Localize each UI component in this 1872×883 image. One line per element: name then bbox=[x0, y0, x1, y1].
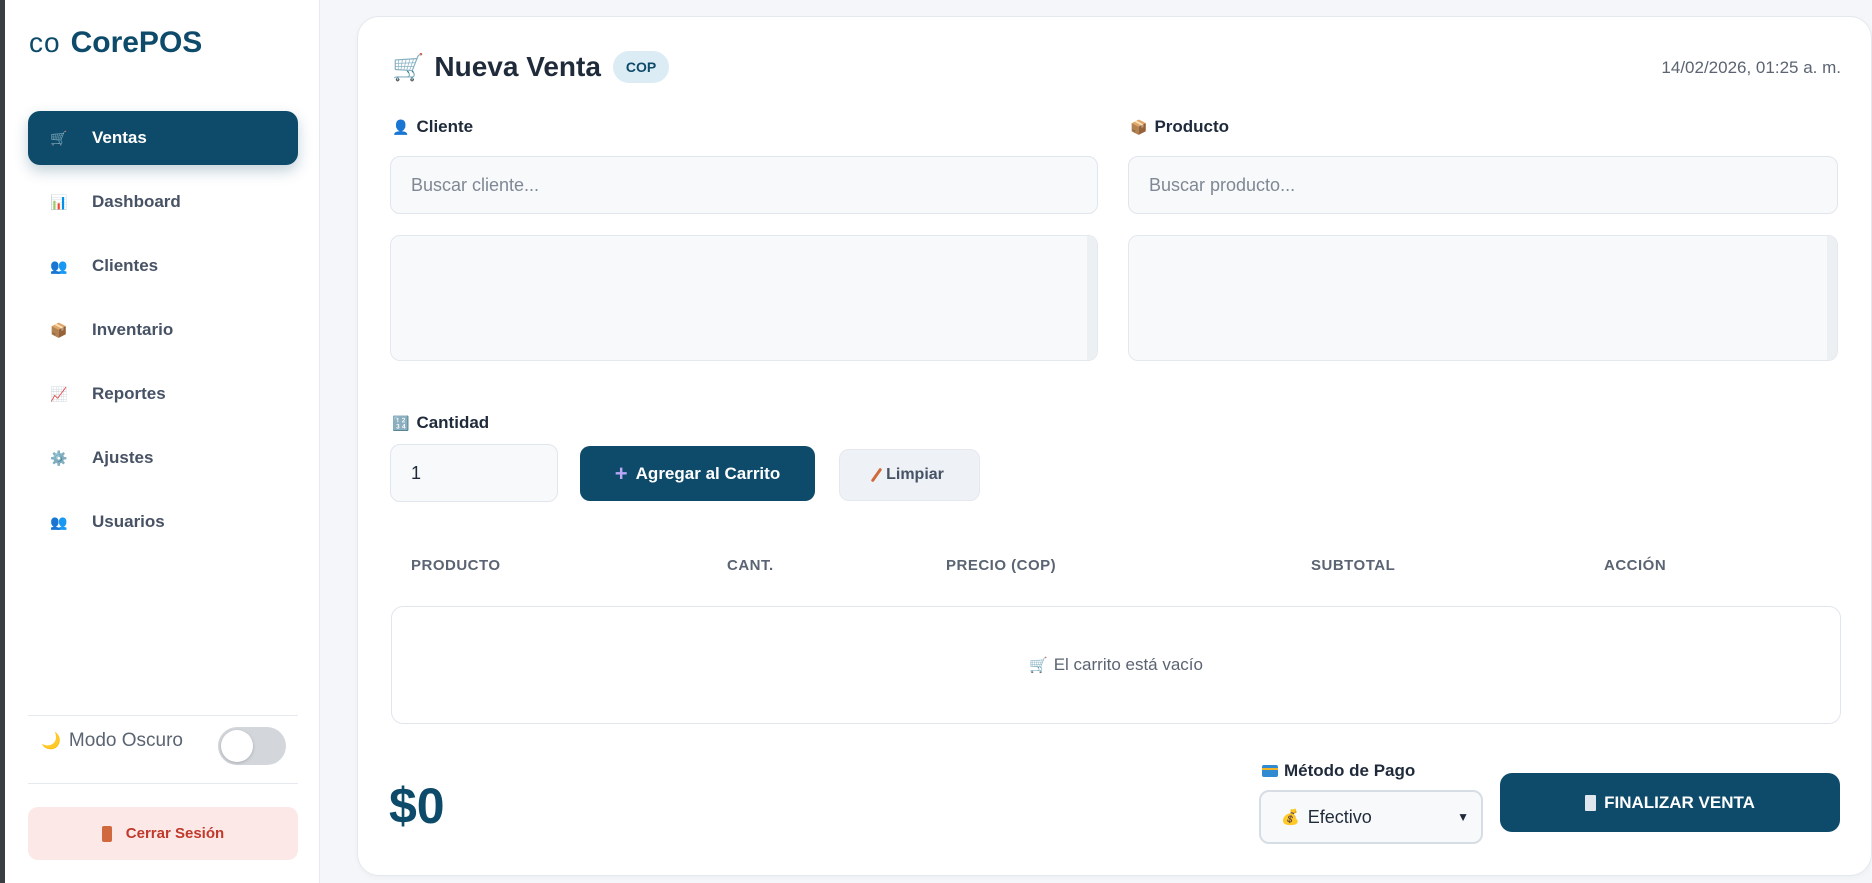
empty-cart-message: El carrito está vacío bbox=[1053, 655, 1203, 674]
user-icon: 👤 bbox=[392, 118, 410, 135]
broom-icon bbox=[870, 467, 883, 483]
bar-chart-icon: 📊 bbox=[50, 193, 68, 210]
sidebar-item-label: Usuarios bbox=[92, 512, 165, 531]
scrollbar[interactable] bbox=[1087, 236, 1097, 360]
finalize-sale-button[interactable]: FINALIZAR VENTA bbox=[1500, 773, 1840, 832]
page-header: 🛒 Nueva Venta COP bbox=[392, 51, 670, 83]
payment-method-select[interactable]: 💰 Efectivo ▼ bbox=[1259, 790, 1483, 844]
quantity-label: 🔢 Cantidad bbox=[392, 413, 489, 433]
sidebar-item-inventario[interactable]: 📦 Inventario bbox=[28, 303, 298, 357]
clear-label: Limpiar bbox=[886, 466, 944, 483]
door-icon bbox=[101, 825, 112, 842]
dark-mode-label: 🌙 Modo Oscuro bbox=[41, 730, 183, 752]
trend-chart-icon: 📈 bbox=[50, 385, 68, 402]
toggle-knob bbox=[221, 730, 253, 762]
cart-icon: 🛒 bbox=[392, 51, 425, 82]
client-search-input[interactable] bbox=[390, 156, 1098, 214]
brand-mark: co bbox=[29, 27, 61, 58]
sidebar-item-dashboard[interactable]: 📊 Dashboard bbox=[28, 175, 298, 229]
payment-method-label: Método de Pago bbox=[1262, 761, 1415, 781]
receipt-icon bbox=[1585, 794, 1597, 811]
cart-table-body: 🛒 El carrito está vacío bbox=[391, 606, 1841, 724]
currency-badge: COP bbox=[612, 51, 670, 83]
cart-table-header: PRODUCTO CANT. PRECIO (COP) SUBTOTAL ACC… bbox=[391, 557, 1841, 587]
client-results-list[interactable] bbox=[390, 235, 1098, 361]
numbers-icon: 🔢 bbox=[392, 414, 410, 431]
money-bag-icon: 💰 bbox=[1281, 809, 1300, 826]
product-label-text: Producto bbox=[1154, 117, 1230, 136]
quantity-label-text: Cantidad bbox=[416, 413, 490, 432]
dark-mode-text: Modo Oscuro bbox=[68, 730, 183, 751]
page-title: Nueva Venta bbox=[434, 51, 601, 82]
brand-logo: co CorePOS bbox=[29, 26, 202, 60]
sale-card: 🛒 Nueva Venta COP 14/02/2026, 01:25 a. m… bbox=[357, 16, 1872, 876]
client-label-text: Cliente bbox=[416, 117, 474, 136]
divider bbox=[28, 783, 298, 784]
sidebar-item-label: Ventas bbox=[92, 128, 147, 147]
divider bbox=[28, 715, 298, 716]
column-header: SUBTOTAL bbox=[1311, 557, 1396, 574]
cart-icon: 🛒 bbox=[50, 129, 68, 146]
users-icon: 👥 bbox=[50, 513, 68, 530]
sidebar-item-label: Inventario bbox=[92, 320, 174, 339]
sidebar-item-label: Dashboard bbox=[92, 192, 181, 211]
gear-icon: ⚙️ bbox=[50, 449, 68, 466]
logout-label: Cerrar Sesión bbox=[125, 825, 225, 842]
sidebar-nav: 🛒 Ventas 📊 Dashboard 👥 Clientes 📦 Invent… bbox=[28, 111, 298, 559]
total-amount: $0 bbox=[389, 778, 445, 834]
column-header: PRECIO (COP) bbox=[946, 557, 1057, 574]
sidebar-item-label: Reportes bbox=[92, 384, 166, 403]
sidebar-item-label: Ajustes bbox=[92, 448, 154, 467]
column-header: CANT. bbox=[727, 557, 774, 574]
column-header: PRODUCTO bbox=[411, 557, 501, 574]
chevron-down-icon: ▼ bbox=[1457, 810, 1469, 824]
clear-button[interactable]: Limpiar bbox=[839, 449, 980, 501]
finalize-label: FINALIZAR VENTA bbox=[1604, 792, 1755, 812]
product-results-list[interactable] bbox=[1128, 235, 1838, 361]
product-label: 📦 Producto bbox=[1130, 117, 1229, 137]
sidebar-item-ajustes[interactable]: ⚙️ Ajustes bbox=[28, 431, 298, 485]
package-icon: 📦 bbox=[50, 321, 68, 338]
moon-icon: 🌙 bbox=[41, 733, 61, 750]
sidebar: co CorePOS 🛒 Ventas 📊 Dashboard 👥 Client… bbox=[5, 0, 320, 883]
sidebar-item-usuarios[interactable]: 👥 Usuarios bbox=[28, 495, 298, 549]
column-header: ACCIÓN bbox=[1604, 557, 1667, 574]
sidebar-item-clientes[interactable]: 👥 Clientes bbox=[28, 239, 298, 293]
add-to-cart-button[interactable]: + Agregar al Carrito bbox=[580, 446, 815, 501]
dark-mode-toggle[interactable] bbox=[218, 727, 286, 765]
plus-icon: + bbox=[614, 460, 628, 486]
datetime: 14/02/2026, 01:25 a. m. bbox=[1661, 58, 1841, 77]
sidebar-item-label: Clientes bbox=[92, 256, 159, 275]
sidebar-item-reportes[interactable]: 📈 Reportes bbox=[28, 367, 298, 421]
payment-method-text: Método de Pago bbox=[1284, 761, 1416, 780]
credit-card-icon bbox=[1262, 765, 1278, 777]
client-label: 👤 Cliente bbox=[392, 117, 473, 137]
product-search-input[interactable] bbox=[1128, 156, 1838, 214]
quantity-input[interactable] bbox=[390, 444, 558, 502]
add-to-cart-label: Agregar al Carrito bbox=[635, 463, 781, 483]
scrollbar[interactable] bbox=[1827, 236, 1837, 360]
users-icon: 👥 bbox=[50, 257, 68, 274]
sidebar-item-ventas[interactable]: 🛒 Ventas bbox=[28, 111, 298, 165]
cart-icon: 🛒 bbox=[1029, 657, 1048, 674]
logout-button[interactable]: Cerrar Sesión bbox=[28, 807, 298, 860]
package-icon: 📦 bbox=[1130, 118, 1148, 135]
payment-method-value: Efectivo bbox=[1307, 806, 1372, 827]
brand-name: CorePOS bbox=[70, 26, 203, 59]
